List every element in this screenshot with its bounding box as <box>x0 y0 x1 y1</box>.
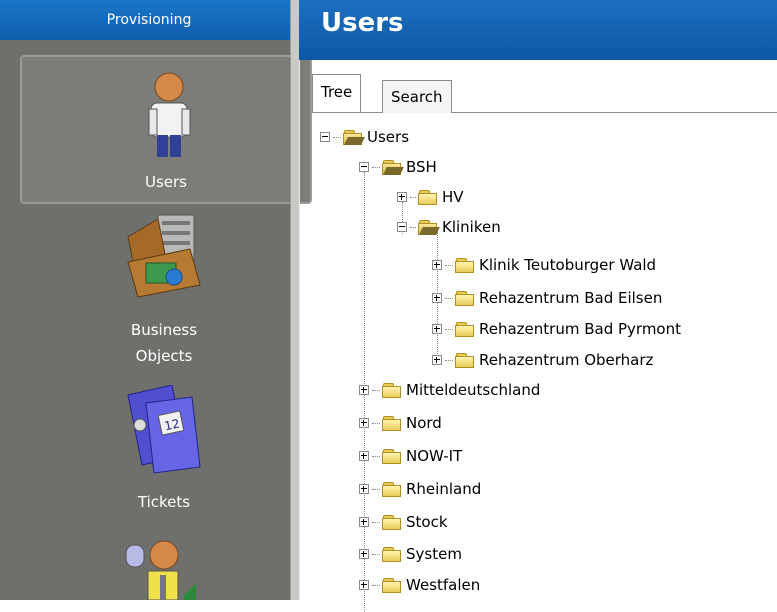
navigation-pane: Provisioning Users Business Objects 12 T… <box>0 0 312 600</box>
expand-icon[interactable] <box>397 192 407 202</box>
expand-icon[interactable] <box>359 517 369 527</box>
tree-connector <box>445 264 453 266</box>
folder-icon <box>382 448 402 464</box>
expand-icon[interactable] <box>432 260 442 270</box>
tree-connector <box>372 521 380 523</box>
open-folder-icon <box>418 219 440 235</box>
tab-tree[interactable]: Tree <box>312 74 362 112</box>
tree-node[interactable]: Users <box>320 122 409 152</box>
roles-icon <box>125 540 196 600</box>
nav-item-business-objects-label: Business Objects <box>20 317 308 369</box>
folder-icon <box>382 514 402 530</box>
expand-icon[interactable] <box>432 293 442 303</box>
tree-node[interactable]: Rehazentrum Bad Eilsen <box>432 283 662 313</box>
collapse-icon[interactable] <box>397 222 407 232</box>
tree-node[interactable]: Kliniken <box>397 212 501 242</box>
tree-connector <box>372 584 380 586</box>
expand-icon[interactable] <box>359 418 369 428</box>
tree-node[interactable]: Nord <box>359 408 442 438</box>
tree-node-label[interactable]: Rheinland <box>406 480 481 498</box>
folder-icon <box>455 321 475 337</box>
tree-node[interactable]: System <box>359 539 462 569</box>
tree-node-label[interactable]: Nord <box>406 414 442 432</box>
expand-icon[interactable] <box>432 355 442 365</box>
expand-icon[interactable] <box>359 549 369 559</box>
tickets-icon: 12 <box>127 385 201 474</box>
nav-header-title: Provisioning <box>106 12 192 28</box>
nav-item-roles[interactable] <box>20 535 308 600</box>
tree-node-label[interactable]: Mitteldeutschland <box>406 381 540 399</box>
folder-icon <box>418 189 438 205</box>
folder-icon <box>382 481 402 497</box>
tree-node[interactable]: Stock <box>359 507 448 537</box>
tab-strip: Tree Search <box>312 74 777 113</box>
open-folder-icon <box>343 129 365 145</box>
expand-icon[interactable] <box>359 451 369 461</box>
tree-node-label[interactable]: HV <box>442 188 464 206</box>
user-icon <box>148 72 191 157</box>
folder-icon <box>382 577 402 593</box>
tree-connector <box>372 166 380 168</box>
page-title: Users <box>321 8 404 38</box>
tree-connector <box>372 553 380 555</box>
folder-icon <box>455 257 475 273</box>
tree-connector <box>445 328 453 330</box>
open-folder-icon <box>382 159 404 175</box>
tree-node[interactable]: Mitteldeutschland <box>359 375 540 405</box>
pane-splitter[interactable] <box>290 0 300 600</box>
nav-header: Provisioning <box>0 0 298 40</box>
tree-node-label[interactable]: Rehazentrum Bad Eilsen <box>479 289 662 307</box>
tree-node[interactable]: Rehazentrum Oberharz <box>432 345 653 375</box>
folder-icon <box>382 382 402 398</box>
tree-node-label[interactable]: BSH <box>406 158 437 176</box>
nav-item-users-label: Users <box>144 173 187 191</box>
tree-node-label[interactable]: Stock <box>406 513 448 531</box>
nav-item-users[interactable]: Users <box>20 55 312 204</box>
folder-icon <box>455 352 475 368</box>
tree-node-label[interactable]: Kliniken <box>442 218 501 236</box>
expand-icon[interactable] <box>359 484 369 494</box>
tree-node-label[interactable]: Klinik Teutoburger Wald <box>479 256 656 274</box>
tree-node[interactable]: BSH <box>359 152 437 182</box>
tree-connector <box>372 422 380 424</box>
tree-connector <box>372 488 380 490</box>
nav-item-business-objects[interactable]: Business Objects <box>20 205 308 375</box>
tree-node[interactable]: Rehazentrum Bad Pyrmont <box>432 314 681 344</box>
tree-node-label[interactable]: Westfalen <box>406 576 480 594</box>
tree-connector <box>372 455 380 457</box>
tree-connector <box>445 297 453 299</box>
tree-connector <box>372 389 380 391</box>
tree-node[interactable]: NOW-IT <box>359 441 462 471</box>
collapse-icon[interactable] <box>320 132 330 142</box>
tree-connector <box>410 226 416 228</box>
expand-icon[interactable] <box>432 324 442 334</box>
tree-node[interactable]: HV <box>397 182 464 212</box>
content-header: Users <box>299 0 777 60</box>
tree-connector <box>333 136 341 138</box>
folder-icon <box>382 415 402 431</box>
tree-node-label[interactable]: Rehazentrum Bad Pyrmont <box>479 320 681 338</box>
tree-connector <box>410 196 416 198</box>
briefcase-icon <box>127 214 201 298</box>
collapse-icon[interactable] <box>359 162 369 172</box>
nav-item-business-objects-label-text: Business Objects <box>130 321 198 365</box>
tree-connector <box>445 359 453 361</box>
tree-node[interactable]: Rheinland <box>359 474 481 504</box>
tree-node-label[interactable]: System <box>406 545 462 563</box>
tree-node-label[interactable]: Rehazentrum Oberharz <box>479 351 653 369</box>
tree-node-label[interactable]: Users <box>367 128 409 146</box>
folder-icon <box>455 290 475 306</box>
tree-node-label[interactable]: NOW-IT <box>406 447 462 465</box>
tree-node[interactable]: Klinik Teutoburger Wald <box>432 250 656 280</box>
tab-search[interactable]: Search <box>382 80 452 113</box>
expand-icon[interactable] <box>359 385 369 395</box>
tree-node[interactable]: Westfalen <box>359 570 480 600</box>
folder-icon <box>382 546 402 562</box>
nav-item-tickets-label: Tickets <box>137 493 191 511</box>
nav-item-tickets[interactable]: 12 Tickets <box>20 385 308 525</box>
expand-icon[interactable] <box>359 580 369 590</box>
